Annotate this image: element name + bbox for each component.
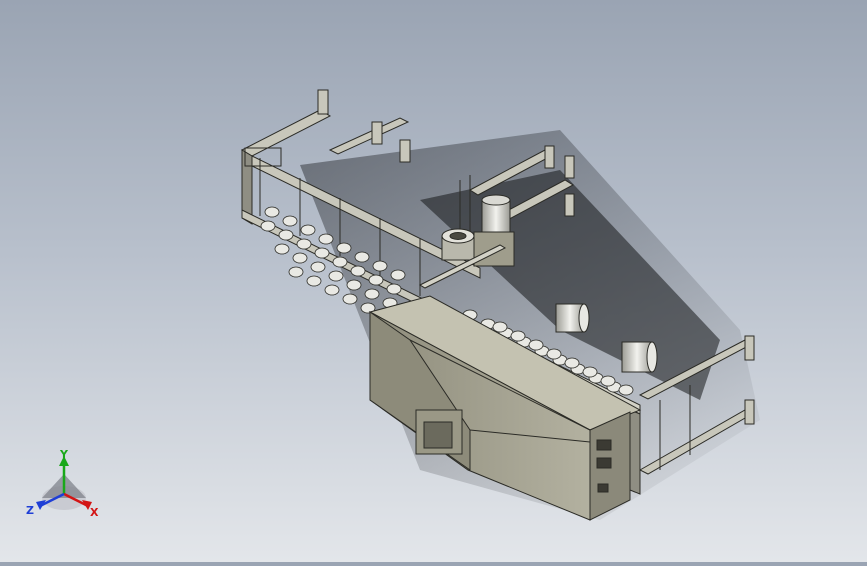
panel-switch-3[interactable] bbox=[597, 483, 609, 493]
cabinet-window-inner bbox=[423, 421, 453, 449]
panel-switch-1[interactable] bbox=[596, 439, 612, 451]
x-axis-label: X bbox=[90, 506, 99, 519]
machine-assembly-model[interactable] bbox=[0, 0, 867, 562]
gear-hub[interactable] bbox=[441, 228, 475, 261]
y-axis-label: Y bbox=[59, 448, 69, 461]
cad-graphics-viewport[interactable]: Y X Z bbox=[0, 0, 867, 562]
panel-switch-2[interactable] bbox=[596, 457, 612, 469]
z-axis-label: Z bbox=[26, 504, 34, 517]
coordinate-triad-icon: Y X Z bbox=[26, 448, 99, 519]
